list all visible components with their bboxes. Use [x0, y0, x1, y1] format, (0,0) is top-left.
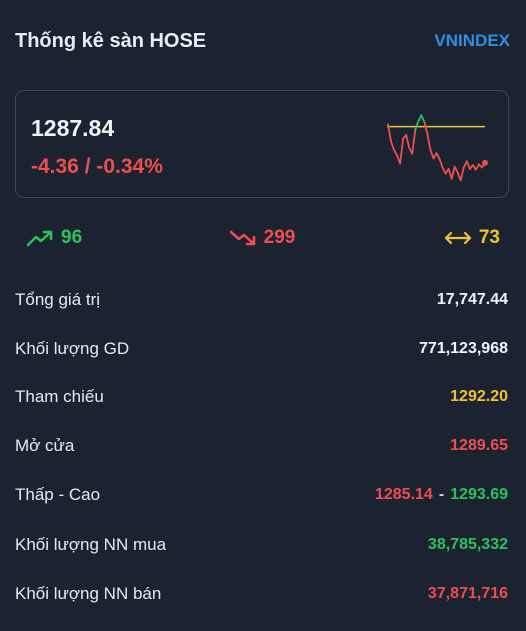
sparkline-segment — [435, 152, 441, 160]
hose-stats-panel: Thống kê sàn HOSE VNINDEX 1287.84 -4.36 … — [0, 0, 526, 631]
stat-value: 37,871,716 — [427, 585, 508, 602]
stat-label: Thấp - Cao — [15, 485, 101, 504]
index-price: 1287.84 — [31, 115, 115, 141]
sparkline-segment — [450, 165, 456, 180]
sparkline-segment — [411, 128, 417, 155]
panel-title: Thống kê sàn HOSE — [15, 29, 207, 52]
sparkline-segment — [423, 121, 429, 136]
stat-label: Tham chiếu — [15, 387, 104, 406]
stat-row-low-high: Thấp - Cao 1285.14-1293.69 — [15, 481, 508, 509]
stat-value: 17,747.44 — [436, 291, 508, 308]
stat-row-foreign-sell: Khối lượng NN bán 37,871,716 — [15, 580, 508, 608]
sparkline-segment — [429, 149, 435, 160]
range-value: 1285.14-1293.69 — [375, 486, 508, 504]
trend-up-icon — [27, 230, 53, 247]
stat-row-open: Mở cửa 1289.65 — [15, 432, 508, 460]
vnindex-link[interactable]: VNINDEX — [434, 31, 510, 51]
stat-value: 38,785,332 — [427, 536, 508, 553]
stat-value: 1289.65 — [450, 437, 508, 454]
sparkline-segment — [438, 158, 444, 169]
stat-label: Khối lượng NN bán — [15, 584, 162, 603]
sparkline-segment — [414, 120, 420, 131]
stat-label: Khối lượng NN mua — [15, 535, 167, 554]
arrows-horizontal-icon — [444, 231, 471, 245]
unchanged-value: 73 — [478, 227, 500, 248]
intraday-sparkline — [387, 114, 488, 182]
index-change: -4.36 / -0.34% — [31, 155, 163, 178]
declines-count: 299 — [229, 227, 296, 249]
stat-label: Tổng giá trị — [15, 290, 101, 309]
index-summary-card[interactable]: 1287.84 -4.36 / -0.34% — [15, 90, 509, 198]
sparkline-segment — [459, 166, 465, 182]
stat-label: Khối lượng GD — [15, 339, 130, 358]
stat-row-reference: Tham chiếu 1292.20 — [15, 383, 508, 411]
sparkline-last-point — [482, 159, 488, 166]
low-value: 1285.14 — [374, 486, 433, 503]
sparkline-segment — [426, 133, 432, 151]
stat-row-foreign-buy: Khối lượng NN mua 38,785,332 — [15, 531, 508, 559]
advances-count: 96 — [27, 227, 82, 249]
sparkline-segment — [390, 140, 395, 151]
market-breadth: 96 299 73 — [27, 225, 500, 251]
sparkline-segment — [405, 134, 411, 149]
stat-value: 1292.20 — [450, 388, 508, 405]
unchanged-count: 73 — [443, 227, 500, 249]
panel-header: Thống kê sàn HOSE VNINDEX — [15, 24, 510, 58]
sparkline-segment — [393, 149, 398, 157]
sparkline-segment — [465, 160, 471, 170]
stat-value: 771,123,968 — [419, 340, 508, 357]
sparkline-segment — [453, 165, 459, 174]
sparkline-segment — [420, 114, 426, 123]
stat-label: Mở cửa — [15, 436, 75, 455]
stat-row-volume: Khối lượng GD 771,123,968 — [15, 335, 508, 363]
high-value: 1293.69 — [450, 486, 508, 503]
trend-down-icon — [229, 230, 255, 246]
sparkline-segment — [399, 137, 405, 165]
declines-value: 299 — [263, 227, 296, 248]
advances-value: 96 — [61, 227, 83, 248]
stat-row-total-value: Tổng giá trị 17,747.44 — [15, 286, 508, 314]
range-separator: - — [438, 486, 445, 503]
